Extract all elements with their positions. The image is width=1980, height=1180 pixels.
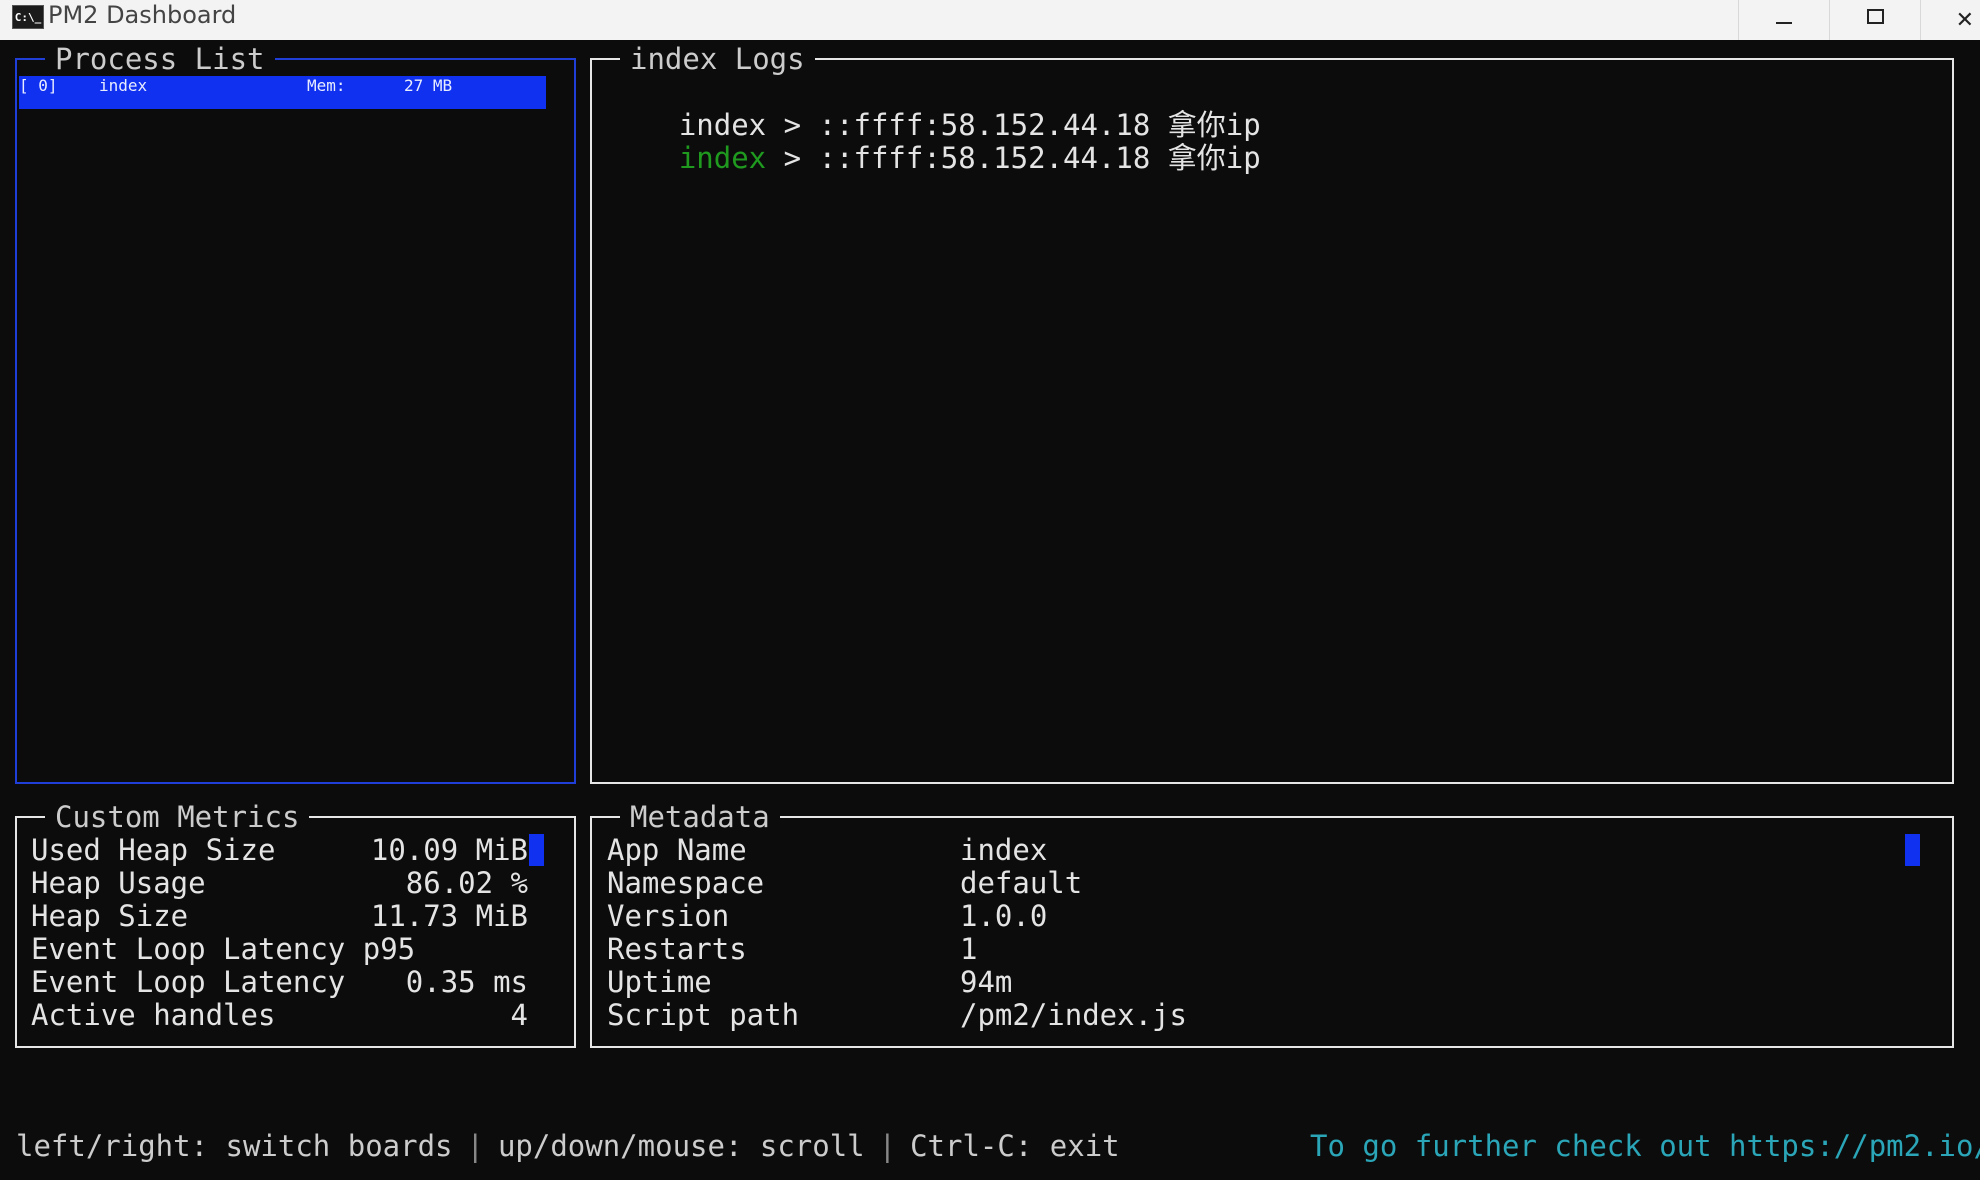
footer-help: left/right: switch boards | up/down/mouse:… — [16, 1130, 1120, 1163]
process-list-title: Process List — [45, 43, 275, 75]
close-icon: ✕ — [1955, 7, 1974, 33]
log-separator: > — [783, 141, 802, 175]
metric-value: 86.02 % — [405, 866, 528, 900]
process-mem-value: 27 MB — [404, 76, 453, 95]
footer-switch-boards: left/right: switch boards — [16, 1129, 453, 1163]
metric-label: Event Loop Latency — [31, 965, 346, 999]
metric-label: Event Loop Latency p95 — [31, 932, 416, 966]
metric-value: 0.35 ms — [405, 965, 528, 999]
metric-value: 11.73 MiB — [370, 899, 528, 933]
metadata-value: 1.0.0 — [960, 899, 1048, 933]
metric-value: 10.09 MiB — [370, 833, 528, 867]
metric-label: Used Heap Size — [31, 833, 276, 867]
metadata-value: 94m — [960, 965, 1013, 999]
process-index: [ 0] — [19, 76, 58, 95]
terminal-icon: C:\_ — [12, 5, 44, 29]
metadata-value: index — [960, 833, 1048, 867]
metadata-key: App Name — [607, 833, 747, 867]
process-name: index — [99, 76, 148, 95]
maximize-button[interactable] — [1829, 0, 1920, 40]
metadata-value: 1 — [960, 932, 978, 966]
metadata-value: /pm2/index.js — [960, 998, 1187, 1032]
log-line: index > ::ffff:58.152.44.18 拿你ip — [609, 76, 1261, 142]
metadata-value: default — [960, 866, 1083, 900]
process-list-pane[interactable]: Process List [ 0] index Mem: 27 MB — [15, 43, 576, 784]
footer-scroll: up/down/mouse: scroll — [497, 1129, 865, 1163]
maximize-icon — [1866, 8, 1884, 24]
footer-exit: Ctrl-C: exit — [910, 1129, 1120, 1163]
footer-separator: | — [466, 1129, 484, 1163]
metadata-key: Restarts — [607, 932, 747, 966]
metadata-key: Version — [607, 899, 730, 933]
metadata-scrollbar[interactable] — [1905, 834, 1920, 866]
footer-separator: | — [878, 1129, 897, 1163]
logs-title: index Logs — [620, 43, 815, 75]
process-mem-label: Mem: — [307, 76, 346, 95]
log-line: index > ::ffff:58.152.44.18 拿你ip — [609, 109, 1261, 175]
metadata-pane[interactable]: Metadata App Name index Namespace defaul… — [590, 801, 1954, 1048]
metadata-key: Uptime — [607, 965, 712, 999]
window-title: PM2 Dashboard — [48, 1, 237, 29]
close-button[interactable]: ✕ — [1920, 0, 1980, 40]
logs-pane[interactable]: index Logs index > ::ffff:58.152.44.18 拿… — [590, 43, 1954, 784]
metric-label: Heap Size — [31, 899, 189, 933]
metric-value: 4 — [510, 998, 528, 1032]
metric-label: Active handles — [31, 998, 276, 1032]
process-row[interactable]: [ 0] index Mem: 27 MB — [19, 76, 546, 109]
window-titlebar: C:\_ PM2 Dashboard ✕ — [0, 0, 1980, 40]
custom-metrics-pane[interactable]: Custom Metrics Used Heap Size 10.09 MiB … — [15, 801, 576, 1048]
metadata-key: Script path — [607, 998, 800, 1032]
metadata-key: Namespace — [607, 866, 765, 900]
metrics-scrollbar[interactable] — [529, 834, 544, 866]
metric-label: Heap Usage — [31, 866, 206, 900]
minimize-button[interactable] — [1738, 0, 1829, 40]
metadata-title: Metadata — [620, 801, 780, 833]
log-app-name: index — [678, 141, 767, 175]
log-message: ::ffff:58.152.44.18 拿你ip — [818, 141, 1261, 175]
minimize-icon — [1776, 22, 1792, 24]
custom-metrics-title: Custom Metrics — [45, 801, 310, 833]
footer-pm2-link[interactable]: To go further check out https://pm2.io/ — [1310, 1130, 1980, 1163]
